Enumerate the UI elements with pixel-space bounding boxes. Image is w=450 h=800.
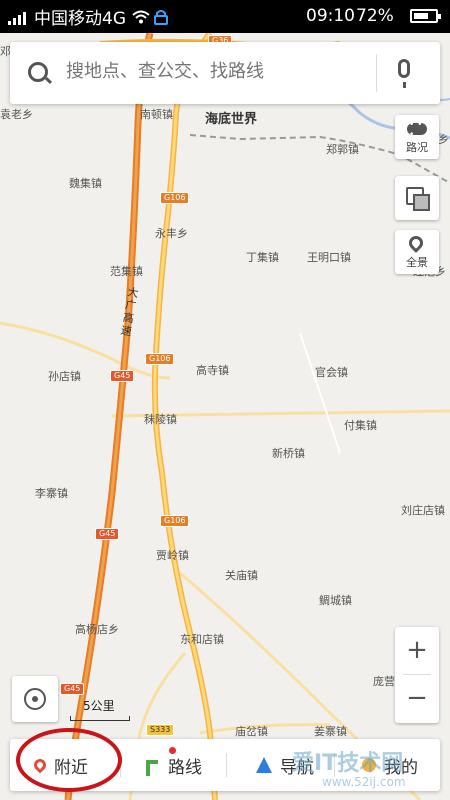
- wifi-icon: [132, 10, 150, 23]
- battery-percent: 72%: [356, 6, 394, 26]
- layers-button[interactable]: [395, 176, 439, 220]
- microphone-icon[interactable]: [398, 59, 410, 88]
- battery-icon: [410, 9, 441, 23]
- map-label-yuanlao[interactable]: 袁老乡: [0, 106, 33, 122]
- tab-divider: [226, 753, 227, 777]
- watermark: 爱IT技术网 www.52ij.com: [232, 715, 442, 800]
- road-shield-g106: G106: [145, 353, 175, 365]
- layers-icon: [406, 187, 430, 211]
- map-label-fuji[interactable]: 付集镇: [344, 417, 377, 433]
- watermark-text: 爱IT技术网: [292, 751, 404, 776]
- map-view[interactable]: 海底世界 南顿镇 袁老乡 魏集镇 永丰乡 郑郭镇 丁集镇 王明口镇 范集镇 连池…: [0, 33, 450, 800]
- watermark-url: www.52ij.com: [322, 775, 406, 789]
- traffic-button[interactable]: 路况: [395, 115, 439, 159]
- carrier-label: 中国移动4G: [34, 9, 126, 29]
- zoom-in-button[interactable]: +: [395, 627, 439, 674]
- map-label-liuzhuangdian[interactable]: 刘庄店镇: [401, 502, 445, 518]
- search-icon[interactable]: [28, 62, 48, 82]
- road-shield-g45: G45: [95, 528, 120, 540]
- panorama-pin-icon: [406, 233, 426, 253]
- panorama-label: 全景: [406, 256, 428, 269]
- road-shield-g45: G45: [110, 370, 135, 382]
- map-label-gaosi[interactable]: 高寺镇: [196, 362, 229, 378]
- search-bar[interactable]: [10, 42, 440, 104]
- road-shield-g106: G106: [160, 515, 190, 527]
- notification-dot: [169, 747, 176, 754]
- map-label-sundian[interactable]: 孙店镇: [48, 368, 81, 384]
- search-input[interactable]: [66, 61, 366, 82]
- traffic-icon: [407, 120, 427, 140]
- highlight-circle: [16, 728, 122, 792]
- map-label-yongfeng[interactable]: 永丰乡: [155, 225, 188, 241]
- map-label-weiji[interactable]: 魏集镇: [69, 175, 102, 191]
- scale-label: 5公里: [83, 699, 115, 713]
- locate-icon: [24, 688, 46, 710]
- route-icon: [144, 756, 160, 776]
- map-label-wangmingkou[interactable]: 王明口镇: [307, 249, 351, 265]
- scale-bar: [70, 716, 130, 721]
- map-label-xinqiao[interactable]: 新桥镇: [272, 445, 305, 461]
- map-label-lizhai[interactable]: 李寨镇: [35, 485, 68, 501]
- map-label-haidi[interactable]: 海底世界: [205, 108, 257, 127]
- map-label-fanji[interactable]: 范集镇: [110, 263, 143, 279]
- map-label-guanhui[interactable]: 官会镇: [315, 364, 348, 380]
- tab-route-label: 路线: [168, 757, 202, 778]
- zoom-control: + −: [395, 627, 439, 723]
- map-label-panggong[interactable]: 庞营: [373, 673, 395, 689]
- lock-icon: [154, 9, 168, 25]
- status-bar: 中国移动4G 09:10 72%: [0, 0, 450, 33]
- map-label-dingji[interactable]: 丁集镇: [246, 249, 279, 265]
- tab-route[interactable]: 路线: [144, 739, 202, 791]
- map-label-nandun[interactable]: 南顿镇: [140, 106, 173, 122]
- locate-button[interactable]: [12, 676, 58, 722]
- map-label-gaoyangdian[interactable]: 高杨店乡: [75, 621, 119, 637]
- signal-icon: [8, 9, 26, 25]
- traffic-label: 路况: [406, 141, 428, 154]
- map-label-jialing[interactable]: 贾岭镇: [156, 547, 189, 563]
- map-label-donghedian[interactable]: 东和店镇: [180, 631, 224, 647]
- road-shield-g45: G45: [60, 683, 85, 695]
- map-label-guojiao[interactable]: 郑郭镇: [326, 141, 359, 157]
- search-divider: [376, 54, 377, 92]
- road-shield-g106: G106: [160, 192, 190, 204]
- panorama-button[interactable]: 全景: [395, 230, 439, 274]
- map-label-guanmiao[interactable]: 关庙镇: [225, 567, 258, 583]
- map-label-qucheng[interactable]: 鲷城镇: [319, 592, 352, 608]
- road-shield-s333: S333: [146, 724, 175, 736]
- map-label-moling[interactable]: 秣陵镇: [144, 411, 177, 427]
- clock: 09:10: [306, 6, 355, 26]
